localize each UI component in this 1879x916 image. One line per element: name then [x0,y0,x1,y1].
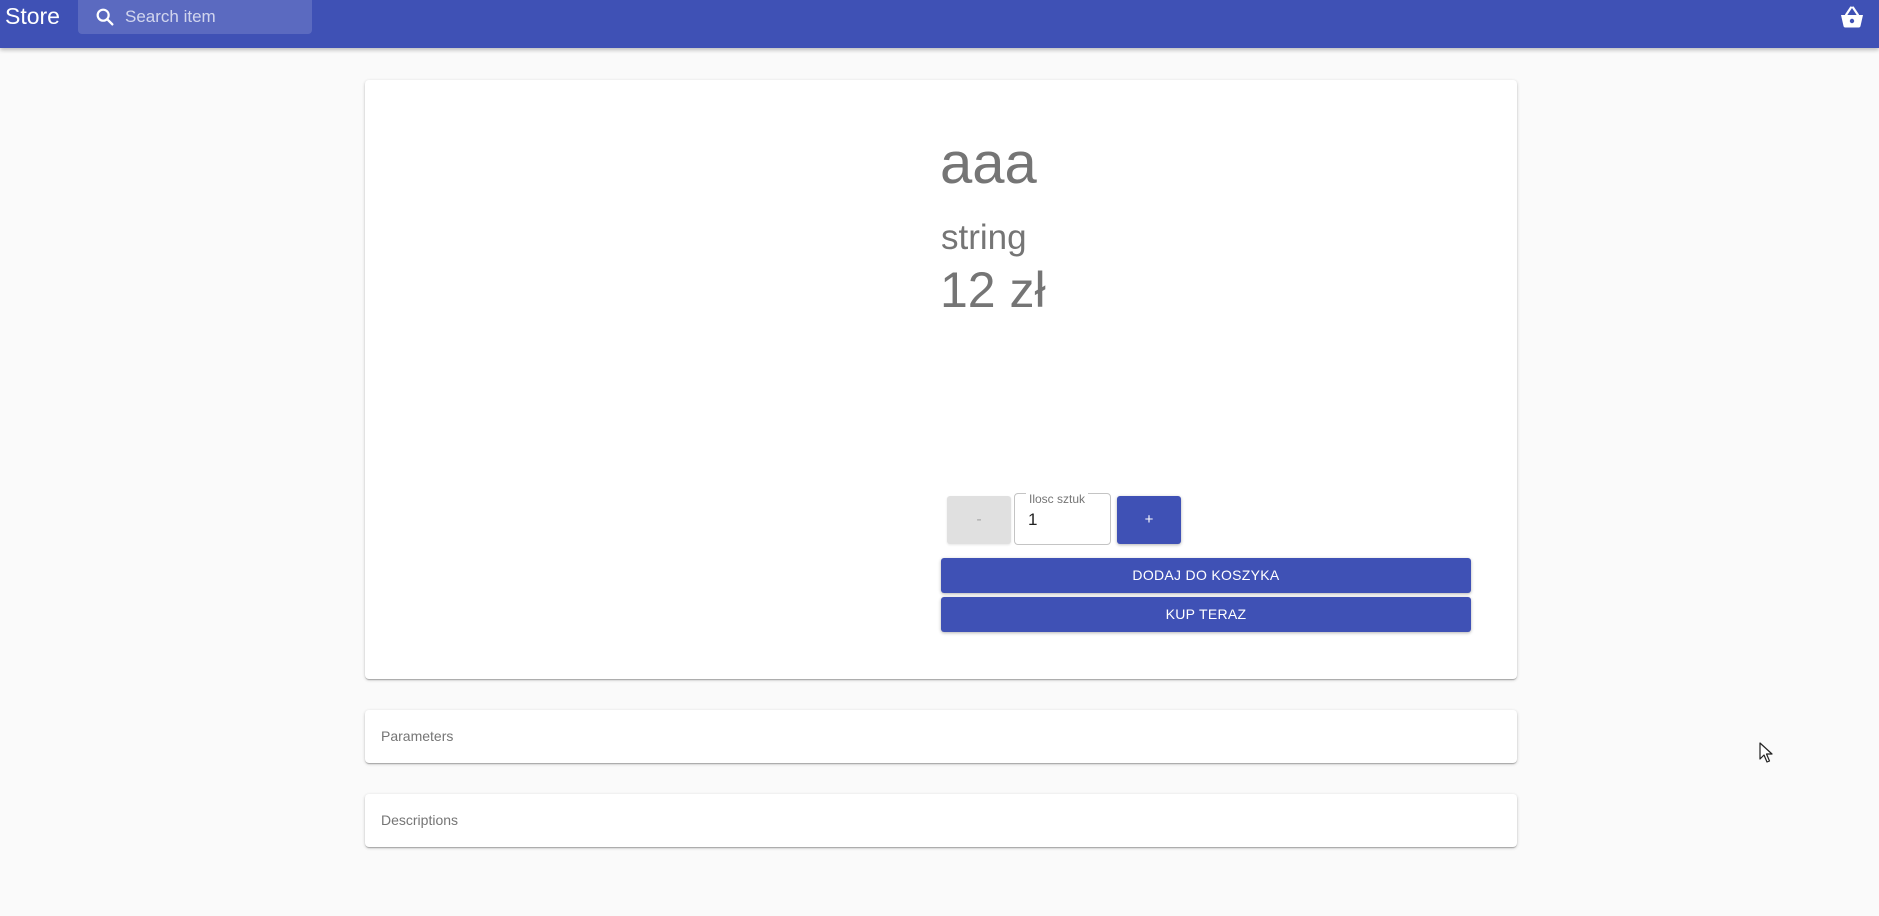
quantity-input[interactable] [1028,509,1098,531]
search-box[interactable] [78,0,312,34]
store-logo[interactable]: Store [5,5,60,28]
descriptions-panel[interactable]: Descriptions [365,794,1517,847]
add-to-cart-button[interactable]: DODAJ DO KOSZYKA [941,558,1471,593]
search-icon [96,8,114,26]
decrement-quantity-button[interactable]: - [947,496,1011,544]
search-input[interactable] [125,0,305,34]
app-bar: Store [0,0,1879,48]
shopping-basket-icon[interactable] [1836,2,1868,34]
product-title: aaa [940,131,1037,196]
product-price: 12 zł [940,262,1046,318]
quantity-field[interactable]: Ilosc sztuk [1014,492,1113,547]
product-card: aaa string 12 zł - Ilosc sztuk + DODAJ D… [365,80,1517,679]
descriptions-panel-label: Descriptions [381,812,459,828]
buy-now-button[interactable]: KUP TERAZ [941,597,1471,632]
increment-quantity-button[interactable]: + [1117,496,1181,544]
mouse-cursor-icon [1759,742,1773,763]
parameters-panel[interactable]: Parameters [365,710,1517,763]
parameters-panel-label: Parameters [381,728,454,744]
quantity-label: Ilosc sztuk [1026,492,1089,506]
product-subtitle: string [941,218,1027,257]
